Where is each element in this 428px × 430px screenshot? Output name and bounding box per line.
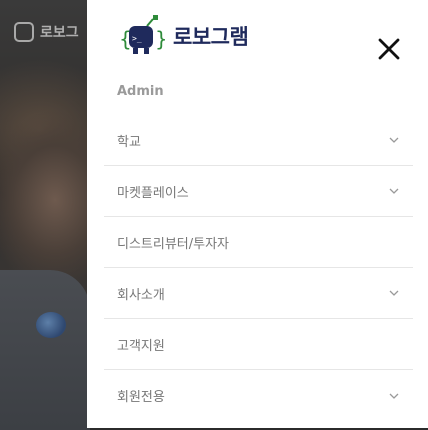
nav-menu: 학교 마켓플레이스 디스트리뷰터/투자자 회사소개 고객지원 회원전용 xyxy=(104,115,413,421)
chevron-down-icon xyxy=(389,137,399,143)
menu-item-label: 학교 xyxy=(117,134,141,150)
menu-item-members[interactable]: 회원전용 xyxy=(104,370,413,421)
menu-item-label: 디스트리뷰터/투자자 xyxy=(117,236,230,252)
close-button[interactable] xyxy=(376,36,402,62)
background-photo-shirt xyxy=(0,270,90,430)
brand-logo[interactable]: { } >_ 로보그램 xyxy=(117,14,249,58)
menu-item-support[interactable]: 고객지원 xyxy=(104,319,413,370)
svg-text:}: } xyxy=(155,27,165,51)
menu-item-label: 회사소개 xyxy=(117,287,165,303)
chevron-down-icon xyxy=(389,393,399,399)
side-drawer: { } >_ 로보그램 Admin 학교 xyxy=(87,0,428,428)
close-icon xyxy=(378,38,400,60)
brand-logo-text: 로보그램 xyxy=(173,25,249,49)
menu-item-school[interactable]: 학교 xyxy=(104,115,413,166)
background-logo: 로보그 xyxy=(14,18,94,46)
svg-text:>_: >_ xyxy=(132,34,142,43)
robot-logo-icon xyxy=(14,22,34,42)
menu-item-label: 회원전용 xyxy=(117,390,165,405)
chevron-down-icon xyxy=(389,290,399,296)
menu-item-label: 마켓플레이스 xyxy=(117,185,189,201)
background-photo-robot xyxy=(36,312,66,338)
menu-item-label: 고객지원 xyxy=(117,338,165,354)
chevron-down-icon xyxy=(389,188,399,194)
admin-link[interactable]: Admin xyxy=(117,84,164,99)
robot-logo-icon: { } >_ xyxy=(119,15,165,54)
background-logo-text: 로보그 xyxy=(40,25,79,41)
menu-item-marketplace[interactable]: 마켓플레이스 xyxy=(104,166,413,217)
drawer-header: { } >_ 로보그램 xyxy=(87,0,428,90)
menu-item-distributor[interactable]: 디스트리뷰터/투자자 xyxy=(104,217,413,268)
menu-item-company[interactable]: 회사소개 xyxy=(104,268,413,319)
